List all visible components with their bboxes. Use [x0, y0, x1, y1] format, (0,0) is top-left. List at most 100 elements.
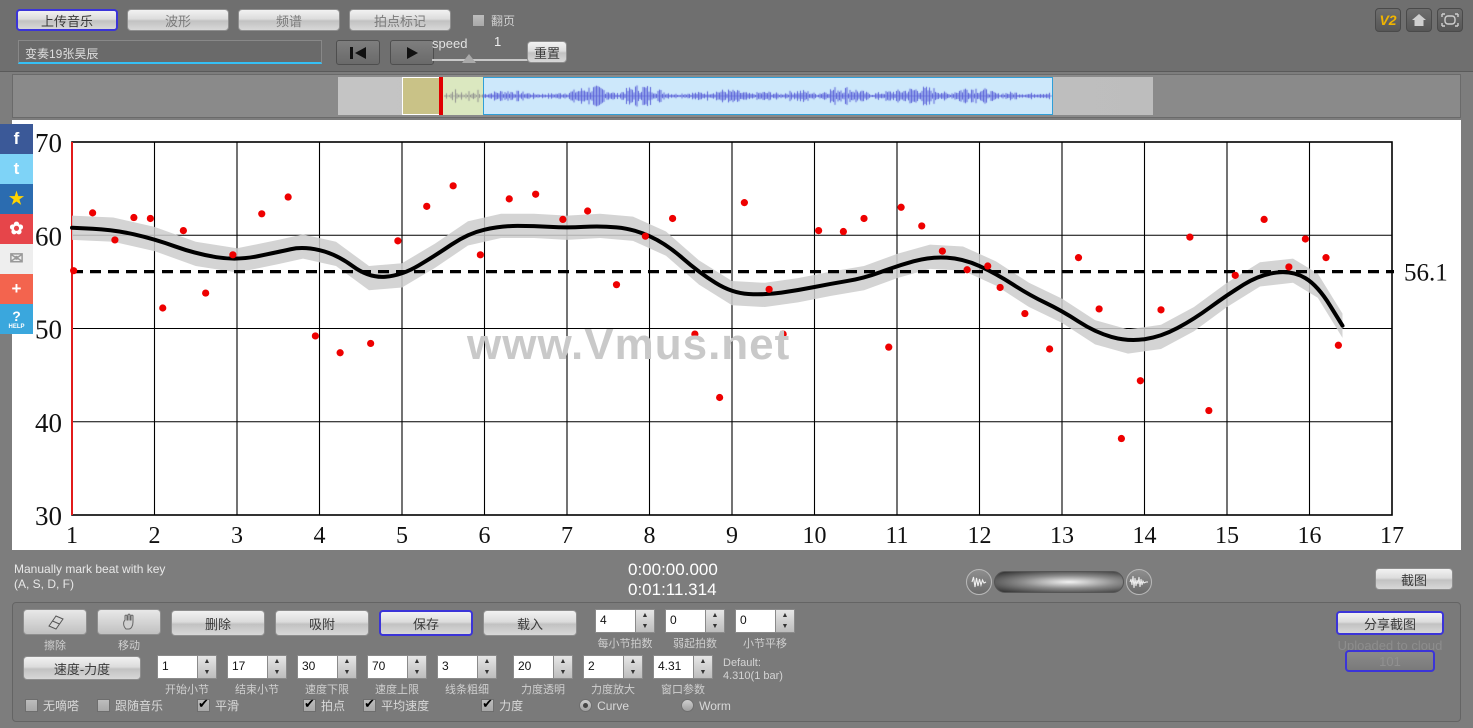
eraser-button[interactable]: [23, 609, 87, 635]
spinner-window-param-value[interactable]: 4.31: [653, 655, 693, 679]
twitter-icon[interactable]: t: [0, 154, 33, 184]
spinner-up-arrow[interactable]: ▲: [198, 656, 216, 667]
spinner-up-arrow[interactable]: ▲: [338, 656, 356, 667]
spinner-up-arrow[interactable]: ▲: [408, 656, 426, 667]
spinner-beats-per-bar-value[interactable]: 4: [595, 609, 635, 633]
spinner-down-arrow[interactable]: ▼: [624, 667, 642, 678]
spinner-down-arrow[interactable]: ▼: [636, 621, 654, 632]
load-button[interactable]: 载入: [483, 610, 577, 636]
checkbox-avg-tempo[interactable]: 平均速度: [363, 697, 429, 714]
spinner-tempo-max-control[interactable]: 70 ▲ ▼: [367, 655, 427, 679]
fullscreen-button[interactable]: [1437, 8, 1463, 32]
spinner-pickup-beats-value[interactable]: 0: [665, 609, 705, 633]
spinner-start-bar-control[interactable]: 1 ▲ ▼: [157, 655, 217, 679]
rewind-to-start-button[interactable]: [336, 40, 380, 65]
page-turn-checkbox[interactable]: [472, 13, 485, 27]
checkbox-follow-music[interactable]: 跟随音乐: [97, 697, 163, 714]
spinner-down-arrow[interactable]: ▼: [268, 667, 286, 678]
timeline-waveform-strip[interactable]: [12, 74, 1461, 118]
spinner-window-param[interactable]: 4.31 ▲ ▼ 窗口参数: [653, 655, 713, 697]
spinner-window-param-arrows[interactable]: ▲ ▼: [693, 655, 713, 679]
spinner-up-arrow[interactable]: ▲: [554, 656, 572, 667]
spinner-end-bar-arrows[interactable]: ▲ ▼: [267, 655, 287, 679]
spinner-end-bar-value[interactable]: 17: [227, 655, 267, 679]
share-more-icon[interactable]: +: [0, 274, 33, 304]
spinner-start-bar[interactable]: 1 ▲ ▼ 开始小节: [157, 655, 217, 697]
move-tool[interactable]: 移动: [97, 609, 161, 653]
move-button[interactable]: [97, 609, 161, 635]
spinner-end-bar-control[interactable]: 17 ▲ ▼: [227, 655, 287, 679]
spinner-dynamics-alpha-arrows[interactable]: ▲ ▼: [553, 655, 573, 679]
spinner-up-arrow[interactable]: ▲: [268, 656, 286, 667]
help-icon[interactable]: ? HELP: [0, 304, 33, 334]
screenshot-button[interactable]: 截图: [1375, 568, 1453, 590]
spinner-start-bar-value[interactable]: 1: [157, 655, 197, 679]
spinner-tempo-max[interactable]: 70 ▲ ▼ 速度上限: [367, 655, 427, 697]
spinner-dynamics-alpha[interactable]: 20 ▲ ▼ 力度透明: [513, 655, 573, 697]
timeline-playhead[interactable]: [439, 77, 443, 115]
spinner-pickup-beats-arrows[interactable]: ▲ ▼: [705, 609, 725, 633]
spinner-bar-shift-arrows[interactable]: ▲ ▼: [775, 609, 795, 633]
home-button[interactable]: [1406, 8, 1432, 32]
radio-worm[interactable]: Worm: [681, 699, 731, 713]
spinner-pickup-beats-control[interactable]: 0 ▲ ▼: [665, 609, 725, 633]
spinner-up-arrow[interactable]: ▲: [636, 610, 654, 621]
avg-tempo-checkbox[interactable]: [363, 697, 377, 712]
spinner-dynamics-alpha-value[interactable]: 20: [513, 655, 553, 679]
spinner-tempo-min[interactable]: 30 ▲ ▼ 速度下限: [297, 655, 357, 697]
tempo-dynamics-button[interactable]: 速度-力度: [23, 656, 141, 680]
spinner-pickup-beats[interactable]: 0 ▲ ▼ 弱起拍数: [665, 609, 725, 651]
spinner-dynamics-zoom-value[interactable]: 2: [583, 655, 623, 679]
spinner-tempo-max-arrows[interactable]: ▲ ▼: [407, 655, 427, 679]
spinner-up-arrow[interactable]: ▲: [706, 610, 724, 621]
spinner-bar-shift[interactable]: 0 ▲ ▼ 小节平移: [735, 609, 795, 651]
checkbox-beats[interactable]: 拍点: [303, 697, 345, 714]
play-button[interactable]: [390, 40, 434, 65]
share-screenshot-button[interactable]: 分享截图: [1336, 611, 1444, 635]
tab-beat-marks[interactable]: 拍点标记: [349, 9, 451, 31]
tab-waveform[interactable]: 波形: [127, 9, 229, 31]
radio-curve[interactable]: Curve: [579, 699, 629, 713]
spinner-down-arrow[interactable]: ▼: [554, 667, 572, 678]
spinner-down-arrow[interactable]: ▼: [338, 667, 356, 678]
spinner-line-width-control[interactable]: 3 ▲ ▼: [437, 655, 497, 679]
checkbox-dynamics[interactable]: 力度: [481, 697, 523, 714]
spinner-down-arrow[interactable]: ▼: [694, 667, 712, 678]
spinner-tempo-min-value[interactable]: 30: [297, 655, 337, 679]
spinner-up-arrow[interactable]: ▲: [478, 656, 496, 667]
timeline-inner[interactable]: [338, 77, 1153, 115]
spinner-dynamics-alpha-control[interactable]: 20 ▲ ▼: [513, 655, 573, 679]
curve-radio[interactable]: [579, 699, 593, 712]
reset-button[interactable]: 重置: [527, 41, 567, 63]
no-tick-checkbox[interactable]: [25, 699, 38, 712]
speed-slider-knob[interactable]: [462, 54, 476, 63]
spinner-tempo-min-control[interactable]: 30 ▲ ▼: [297, 655, 357, 679]
tab-upload-music[interactable]: 上传音乐: [16, 9, 118, 31]
spinner-end-bar[interactable]: 17 ▲ ▼ 结束小节: [227, 655, 287, 697]
speed-slider-track[interactable]: [432, 59, 542, 61]
waveform-small-icon[interactable]: [966, 569, 992, 595]
spinner-dynamics-zoom[interactable]: 2 ▲ ▼ 力度放大: [583, 655, 643, 697]
spinner-line-width-arrows[interactable]: ▲ ▼: [477, 655, 497, 679]
spinner-down-arrow[interactable]: ▼: [408, 667, 426, 678]
smooth-checkbox[interactable]: [197, 697, 211, 712]
save-button[interactable]: 保存: [379, 610, 473, 636]
spinner-beats-per-bar-control[interactable]: 4 ▲ ▼: [595, 609, 655, 633]
checkbox-no-tick[interactable]: 无嘀嗒: [25, 697, 79, 714]
spinner-tempo-min-arrows[interactable]: ▲ ▼: [337, 655, 357, 679]
weibo-icon[interactable]: ✿: [0, 214, 33, 244]
eraser-tool[interactable]: 擦除: [23, 609, 87, 653]
spinner-down-arrow[interactable]: ▼: [776, 621, 794, 632]
spinner-beats-per-bar-arrows[interactable]: ▲ ▼: [635, 609, 655, 633]
version-badge[interactable]: V2: [1375, 8, 1401, 32]
spinner-window-param-control[interactable]: 4.31 ▲ ▼: [653, 655, 713, 679]
beats-checkbox[interactable]: [303, 697, 317, 712]
spinner-dynamics-zoom-control[interactable]: 2 ▲ ▼: [583, 655, 643, 679]
song-name-input[interactable]: 变奏19张昊辰: [18, 40, 322, 64]
page-turn-checkbox-row[interactable]: 翻页: [472, 12, 515, 29]
waveform-large-icon[interactable]: [1126, 569, 1152, 595]
follow-music-checkbox[interactable]: [97, 699, 111, 712]
spinner-bar-shift-control[interactable]: 0 ▲ ▼: [735, 609, 795, 633]
spinner-line-width-value[interactable]: 3: [437, 655, 477, 679]
volume-slider-track[interactable]: [994, 571, 1124, 593]
